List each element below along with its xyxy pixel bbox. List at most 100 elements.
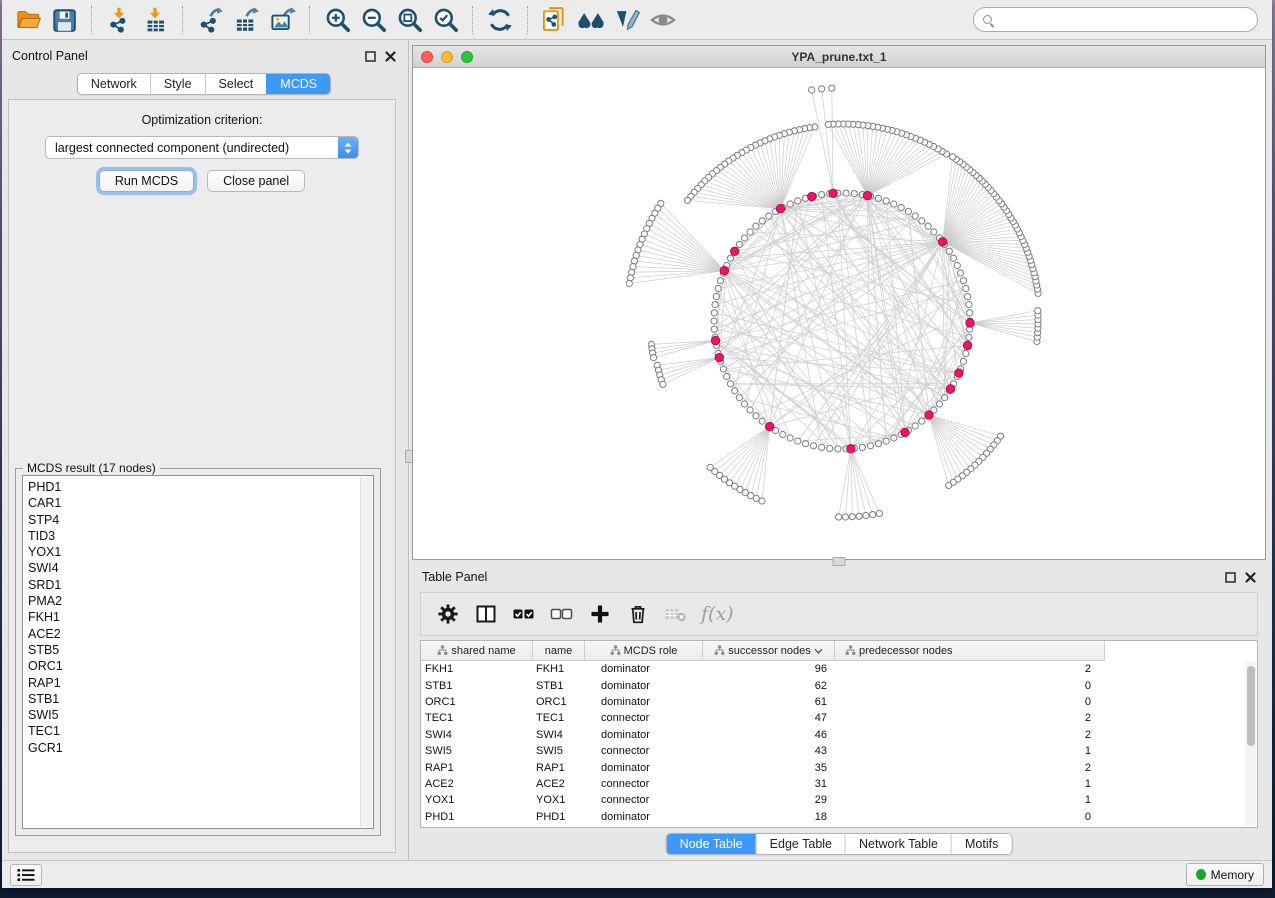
table-row[interactable]: PHD1PHD1dominator180 bbox=[421, 809, 1257, 825]
delete-column-button[interactable] bbox=[621, 597, 655, 631]
toolbar-separator bbox=[91, 6, 92, 34]
mcds-result-item[interactable]: STB1 bbox=[28, 691, 359, 707]
table-tab-network-table[interactable]: Network Table bbox=[845, 834, 951, 854]
mcds-result-item[interactable]: PHD1 bbox=[28, 479, 359, 495]
optimization-select[interactable]: largest connected component (undirected) bbox=[45, 136, 359, 159]
search-box bbox=[973, 7, 1258, 32]
toolbar-separator bbox=[527, 6, 528, 34]
tab-network[interactable]: Network bbox=[78, 74, 150, 94]
import-network-button[interactable] bbox=[101, 3, 137, 37]
add-column-button[interactable] bbox=[583, 597, 617, 631]
scrollbar-thumb[interactable] bbox=[1247, 666, 1255, 746]
node-table[interactable]: shared namename MCDS role successor nodesp… bbox=[420, 640, 1258, 828]
table-row[interactable]: ORC1ORC1dominator610 bbox=[421, 694, 1257, 710]
control-panel-tabs: NetworkStyleSelectMCDS bbox=[77, 73, 331, 95]
table-panel-title: Table Panel bbox=[422, 570, 487, 584]
column-header-predecessor-nodes[interactable]: predecessor nodes bbox=[835, 641, 1105, 661]
delete-table-button[interactable] bbox=[659, 597, 693, 631]
tab-select[interactable]: Select bbox=[205, 74, 267, 94]
tab-mcds[interactable]: MCDS bbox=[266, 74, 330, 94]
export-network-icon bbox=[197, 6, 224, 33]
table-tab-edge-table[interactable]: Edge Table bbox=[756, 834, 845, 854]
close-icon[interactable] bbox=[385, 51, 396, 62]
table-row[interactable]: STB1STB1dominator620 bbox=[421, 677, 1257, 693]
close-panel-button[interactable]: Close panel bbox=[207, 170, 305, 192]
export-table-button[interactable] bbox=[228, 3, 264, 37]
close-icon[interactable] bbox=[1245, 572, 1256, 583]
table-scrollbar[interactable] bbox=[1245, 662, 1256, 826]
mcds-result-item[interactable]: TEC1 bbox=[28, 723, 359, 739]
table-row[interactable]: YOX1YOX1connector291 bbox=[421, 792, 1257, 808]
mcds-result-item[interactable]: SRD1 bbox=[28, 577, 359, 593]
table-options-button[interactable] bbox=[431, 597, 465, 631]
zoom-fit-button[interactable] bbox=[391, 3, 427, 37]
column-header-MCDS-role[interactable]: MCDS role bbox=[585, 641, 703, 661]
table-row[interactable]: SWI5SWI5connector431 bbox=[421, 743, 1257, 759]
show-column-button[interactable] bbox=[469, 597, 503, 631]
memory-button[interactable]: Memory bbox=[1186, 863, 1264, 886]
table-tab-node-table[interactable]: Node Table bbox=[667, 834, 756, 854]
mcds-result-item[interactable]: CAR1 bbox=[28, 495, 359, 511]
memory-label: Memory bbox=[1211, 868, 1254, 882]
tab-style[interactable]: Style bbox=[150, 74, 205, 94]
column-header-shared-name[interactable]: shared name bbox=[421, 641, 533, 661]
network-window: YPA_prune.txt_1 bbox=[412, 45, 1266, 560]
mcds-result-list[interactable]: PHD1CAR1STP4TID3YOX1SWI4SRD1PMA2FKH1ACE2… bbox=[22, 475, 374, 829]
mcds-result-item[interactable]: STB5 bbox=[28, 642, 359, 658]
cell-shared-name: SWI4 bbox=[421, 729, 533, 741]
mcds-list-scrollbar[interactable] bbox=[360, 477, 372, 827]
mcds-result-item[interactable]: ORC1 bbox=[28, 658, 359, 674]
tree-column-icon bbox=[714, 645, 725, 656]
show-hide-graphics-button[interactable] bbox=[645, 3, 681, 37]
mcds-result-item[interactable]: SWI4 bbox=[28, 560, 359, 576]
apply-function-button[interactable]: f(x) bbox=[697, 597, 743, 631]
zoom-in-button[interactable] bbox=[319, 3, 355, 37]
cell-successor-nodes: 96 bbox=[703, 663, 835, 675]
horizontal-splitter-grip[interactable] bbox=[833, 557, 846, 566]
run-mcds-button[interactable]: Run MCDS bbox=[99, 170, 194, 192]
table-row[interactable]: SWI4SWI4dominator462 bbox=[421, 727, 1257, 743]
mcds-result-item[interactable]: FKH1 bbox=[28, 609, 359, 625]
table-row[interactable]: ACE2ACE2connector311 bbox=[421, 776, 1257, 792]
zoom-out-button[interactable] bbox=[355, 3, 391, 37]
cell-shared-name: ACE2 bbox=[421, 778, 533, 790]
network-from-selection-button[interactable] bbox=[537, 3, 573, 37]
mcds-result-item[interactable]: SWI5 bbox=[28, 707, 359, 723]
refresh-button[interactable] bbox=[482, 3, 518, 37]
search-input[interactable] bbox=[998, 13, 1248, 27]
column-header-successor-nodes[interactable]: successor nodes bbox=[703, 641, 835, 661]
svg-text:f(x): f(x) bbox=[699, 603, 734, 625]
apply-style-button[interactable] bbox=[609, 3, 645, 37]
column-header-name[interactable]: name bbox=[533, 641, 585, 661]
deselect-all-button[interactable] bbox=[545, 597, 579, 631]
open-file-button[interactable] bbox=[10, 3, 46, 37]
mcds-result-item[interactable]: PMA2 bbox=[28, 593, 359, 609]
table-row[interactable]: FKH1FKH1dominator962 bbox=[421, 661, 1257, 677]
mcds-result-item[interactable]: GCR1 bbox=[28, 740, 359, 756]
column-label: MCDS role bbox=[624, 645, 678, 657]
mcds-result-item[interactable]: RAP1 bbox=[28, 675, 359, 691]
panel-menu-button[interactable] bbox=[10, 864, 42, 886]
mcds-result-item[interactable]: ACE2 bbox=[28, 626, 359, 642]
list-menu-icon bbox=[17, 868, 35, 882]
columns-icon bbox=[475, 603, 497, 625]
zoom-selected-button[interactable] bbox=[427, 3, 463, 37]
save-session-button[interactable] bbox=[46, 3, 82, 37]
mcds-result-item[interactable]: YOX1 bbox=[28, 544, 359, 560]
network-canvas[interactable] bbox=[413, 68, 1265, 559]
export-image-button[interactable] bbox=[264, 3, 300, 37]
table-tab-motifs[interactable]: Motifs bbox=[951, 834, 1011, 854]
export-network-button[interactable] bbox=[192, 3, 228, 37]
search-network-button[interactable] bbox=[573, 3, 609, 37]
cell-mcds-role: connector bbox=[585, 745, 703, 757]
select-all-button[interactable] bbox=[507, 597, 541, 631]
mcds-result-item[interactable]: STP4 bbox=[28, 512, 359, 528]
float-icon[interactable] bbox=[1225, 572, 1236, 583]
import-table-button[interactable] bbox=[137, 3, 173, 37]
mcds-result-item[interactable]: TID3 bbox=[28, 528, 359, 544]
table-row[interactable]: TEC1TEC1connector472 bbox=[421, 710, 1257, 726]
optimization-value: largest connected component (undirected) bbox=[46, 141, 338, 155]
table-row[interactable]: RAP1RAP1dominator352 bbox=[421, 759, 1257, 775]
float-icon[interactable] bbox=[365, 51, 376, 62]
cell-successor-nodes: 46 bbox=[703, 729, 835, 741]
